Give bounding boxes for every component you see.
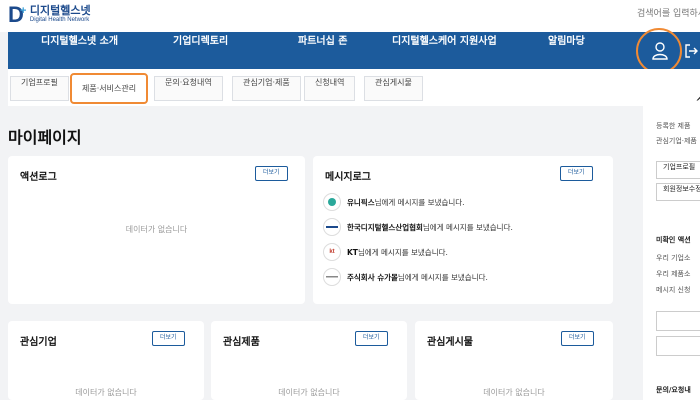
panel-section-title: 문의/요청내 [656, 386, 691, 394]
panel-section-title: 미확인 액션 [656, 236, 691, 244]
card-title: 메시지로그 [325, 172, 371, 183]
nav-item-directory[interactable]: 기업디렉토리 [173, 32, 228, 69]
user-profile-button[interactable] [636, 28, 682, 74]
message-log-card: 메시지로그 더보기 유니픽스 님에게 메시지를 보냈습니다. 한국디지털헬스산업협… [313, 156, 613, 304]
empty-message: 데이터가 없습니다 [75, 388, 137, 397]
kt-logo-icon: kt [323, 243, 341, 261]
more-button[interactable]: 더보기 [355, 331, 388, 346]
edit-member-button[interactable]: 회원정보수정 [656, 183, 700, 201]
tab-applications[interactable]: 신청내역 [304, 76, 356, 101]
tab-product-service[interactable]: 제품·서비스관리 [70, 73, 149, 104]
tab-interest-posts[interactable]: 관심게시물 [364, 76, 423, 101]
card-title: 관심게시물 [427, 337, 473, 348]
top-bar: D + 디지털헬스넷 Digital Health Network [0, 0, 700, 32]
interest-company-card: 관심기업 더보기 데이터가 없습니다 [8, 321, 204, 400]
panel-text: 메시지 신청 [656, 286, 691, 294]
empty-message: 데이터가 없습니다 [125, 225, 188, 234]
tab-inquiries[interactable]: 문의·요청내역 [154, 76, 223, 101]
logo-name-kr: 디지털헬스넷 [29, 4, 91, 17]
more-button[interactable]: 더보기 [560, 166, 593, 181]
message-item[interactable]: 주식회사 슈가몰 님에게 메시지를 보냈습니다. [323, 268, 488, 286]
action-log-card: 액션로그 더보기 데이터가 없습니다 [8, 156, 305, 304]
message-item[interactable]: kt KT 님에게 메시지를 보냈습니다. [323, 243, 448, 261]
khia-logo-icon [323, 218, 341, 236]
tab-interest-items[interactable]: 관심기업·제품 [232, 76, 301, 101]
quick-panel: ^ 등록한 제품 관심기업·제품 기업프로필 회원정보수정 미확인 액션 우리 … [643, 69, 700, 400]
card-title: 액션로그 [20, 172, 57, 183]
user-icon [652, 42, 668, 60]
logout-icon[interactable] [684, 44, 698, 58]
nav-item-about[interactable]: 디지털헬스넷 소개 [41, 32, 118, 69]
panel-text: 우리 제품소 [656, 270, 691, 278]
tab-company-profile[interactable]: 기업프로필 [10, 76, 69, 101]
panel-input[interactable] [656, 311, 700, 331]
search-input[interactable] [637, 4, 700, 24]
sugarmall-logo-icon [323, 268, 341, 286]
message-item[interactable]: 한국디지털헬스산업협회 님에게 메시지를 보냈습니다. [323, 218, 513, 236]
site-logo[interactable]: D + 디지털헬스넷 Digital Health Network [8, 4, 91, 26]
panel-text: 등록한 제품 [656, 122, 691, 130]
message-item[interactable]: 유니픽스 님에게 메시지를 보냈습니다. [323, 193, 465, 211]
more-button[interactable]: 더보기 [561, 331, 594, 346]
unipix-logo-icon [323, 193, 341, 211]
empty-message: 데이터가 없습니다 [483, 388, 545, 397]
collapse-caret-icon[interactable]: ^ [695, 95, 700, 111]
panel-text: 관심기업·제품 [656, 137, 697, 145]
empty-message: 데이터가 없습니다 [278, 388, 340, 397]
panel-text: 우리 기업소 [656, 254, 691, 262]
mypage-tabs: 기업프로필 제품·서비스관리 문의·요청내역 관심기업·제품 신청내역 관심게시… [8, 69, 643, 106]
page-title: 마이페이지 [8, 128, 82, 147]
company-profile-button[interactable]: 기업프로필 [656, 161, 700, 179]
more-button[interactable]: 더보기 [152, 331, 185, 346]
card-title: 관심기업 [20, 337, 57, 348]
more-button[interactable]: 더보기 [255, 166, 288, 181]
logo-name-en: Digital Health Network [29, 17, 90, 23]
nav-item-partnership[interactable]: 파트너십 존 [298, 32, 347, 69]
nav-item-notice[interactable]: 알림마당 [548, 32, 585, 69]
panel-input[interactable] [656, 336, 700, 356]
main-nav: 디지털헬스넷 소개 기업디렉토리 파트너십 존 디지털헬스케어 지원사업 알림마… [8, 28, 700, 74]
card-title: 관심제품 [223, 337, 260, 348]
logo-mark: D + [8, 2, 27, 27]
interest-post-card: 관심게시물 더보기 데이터가 없습니다 [415, 321, 613, 400]
interest-product-card: 관심제품 더보기 데이터가 없습니다 [211, 321, 407, 400]
nav-item-support[interactable]: 디지털헬스케어 지원사업 [392, 32, 497, 69]
